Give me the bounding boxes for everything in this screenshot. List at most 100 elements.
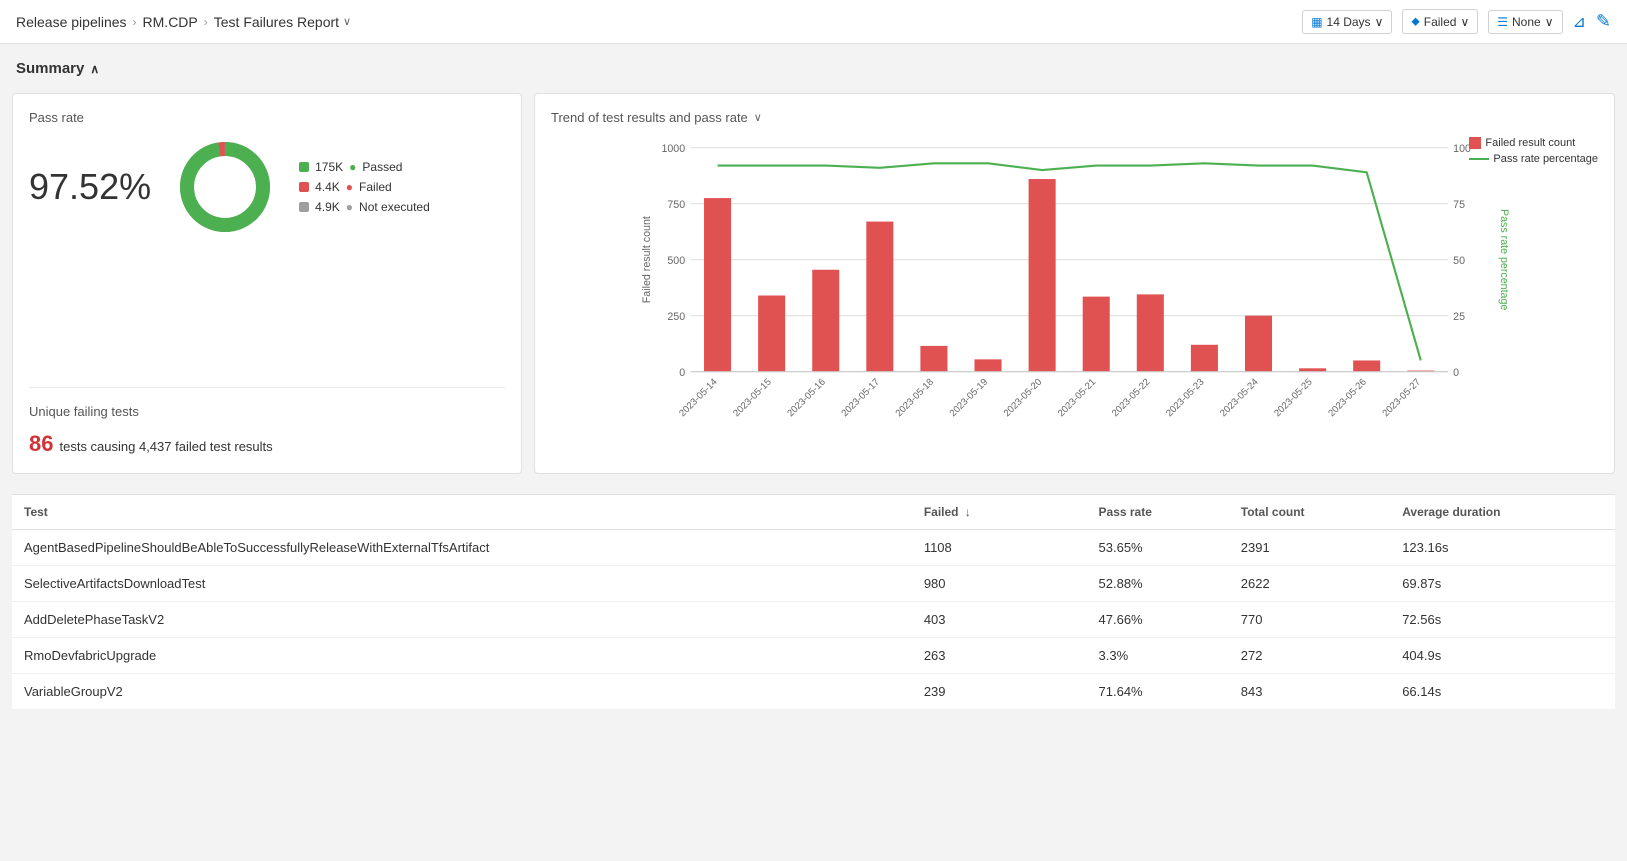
svg-text:500: 500: [667, 255, 685, 267]
svg-text:0: 0: [679, 367, 685, 379]
svg-text:75: 75: [1453, 199, 1465, 211]
cell-pass-rate: 52.88%: [1087, 566, 1229, 602]
breadcrumb-item-2[interactable]: RM.CDP: [143, 14, 198, 30]
cell-total: 272: [1229, 638, 1390, 674]
filter-button[interactable]: ⊿: [1573, 12, 1586, 32]
col-avg-duration: Average duration: [1390, 495, 1615, 530]
svg-text:2023-05-14: 2023-05-14: [677, 376, 720, 419]
group-icon: ☰: [1497, 15, 1508, 29]
breadcrumb-item-3[interactable]: Test Failures Report ∨: [214, 14, 351, 30]
cell-pass-rate: 71.64%: [1087, 674, 1229, 710]
group-filter-button[interactable]: ☰ None ∨: [1488, 10, 1562, 34]
svg-text:50: 50: [1453, 255, 1465, 267]
cell-failed: 239: [912, 674, 1043, 710]
col-test: Test: [12, 495, 912, 530]
svg-text:2023-05-22: 2023-05-22: [1110, 377, 1152, 419]
cell-test: RmoDevfabricUpgrade: [12, 638, 912, 674]
svg-text:2023-05-16: 2023-05-16: [785, 377, 827, 419]
table-row[interactable]: VariableGroupV2 239 71.64% 843 66.14s: [12, 674, 1615, 710]
svg-text:2023-05-19: 2023-05-19: [948, 377, 990, 419]
trend-chart-card: Trend of test results and pass rate ∨ Fa…: [534, 93, 1615, 474]
cell-avg-duration: 72.56s: [1390, 602, 1615, 638]
top-right-controls: ▦ 14 Days ∨ ⬥ Failed ∨ ☰ None ∨ ⊿ ✎: [1302, 9, 1611, 34]
cell-avg-duration: 66.14s: [1390, 674, 1615, 710]
svg-text:2023-05-17: 2023-05-17: [839, 377, 881, 419]
svg-text:2023-05-21: 2023-05-21: [1056, 377, 1098, 419]
cell-test: VariableGroupV2: [12, 674, 912, 710]
top-bar: Release pipelines › RM.CDP › Test Failur…: [0, 0, 1627, 44]
col-pass-rate: Pass rate: [1087, 495, 1229, 530]
svg-text:2023-05-27: 2023-05-27: [1380, 377, 1422, 419]
cell-total: 2622: [1229, 566, 1390, 602]
unique-failing-description: tests causing 4,437 failed test results: [59, 439, 272, 454]
svg-text:Failed result count: Failed result count: [641, 216, 653, 303]
cell-empty: [1042, 566, 1086, 602]
cell-failed: 403: [912, 602, 1043, 638]
cell-failed: 980: [912, 566, 1043, 602]
table-row[interactable]: RmoDevfabricUpgrade 263 3.3% 272 404.9s: [12, 638, 1615, 674]
donut-chart: [175, 137, 275, 237]
pass-rate-percentage: 97.52%: [29, 166, 151, 208]
status-filter-button[interactable]: ⬥ Failed ∨: [1402, 9, 1478, 34]
left-card: Pass rate 97.52%: [12, 93, 522, 474]
cell-empty: [1042, 674, 1086, 710]
edit-icon[interactable]: ✎: [1596, 11, 1611, 32]
legend-pass-line: [1469, 158, 1489, 160]
days-filter-button[interactable]: ▦ 14 Days ∨: [1302, 10, 1392, 34]
unique-failing-count: 86: [29, 431, 53, 456]
cell-failed: 263: [912, 638, 1043, 674]
table-header-row: Test Failed ↓ Pass rate Total count Aver…: [12, 495, 1615, 530]
svg-text:750: 750: [667, 199, 685, 211]
breadcrumb-item-1[interactable]: Release pipelines: [16, 14, 127, 30]
chart-area: Failed result count Pass rate percentage…: [551, 137, 1598, 457]
cell-pass-rate: 47.66%: [1087, 602, 1229, 638]
chart-caret-icon: ∨: [754, 111, 762, 124]
col-failed: Failed ↓: [912, 495, 1043, 530]
unique-failing-text: 86 tests causing 4,437 failed test result…: [29, 431, 505, 457]
legend-item-passed: 175K ● Passed: [299, 160, 430, 174]
breadcrumb-sep-1: ›: [133, 15, 137, 29]
pass-rate-title: Pass rate: [29, 110, 505, 125]
cell-test: SelectiveArtifactsDownloadTest: [12, 566, 912, 602]
passed-dot: [299, 162, 309, 172]
svg-text:2023-05-20: 2023-05-20: [1002, 377, 1044, 419]
not-executed-dot: [299, 202, 309, 212]
failed-dot: [299, 182, 309, 192]
table-row[interactable]: AddDeletePhaseTaskV2 403 47.66% 770 72.5…: [12, 602, 1615, 638]
svg-text:250: 250: [667, 311, 685, 323]
svg-text:2023-05-25: 2023-05-25: [1272, 377, 1314, 419]
cell-test: AddDeletePhaseTaskV2: [12, 602, 912, 638]
breadcrumb-caret-icon: ∨: [343, 15, 351, 28]
cell-total: 2391: [1229, 530, 1390, 566]
cell-failed: 1108: [912, 530, 1043, 566]
table-row[interactable]: SelectiveArtifactsDownloadTest 980 52.88…: [12, 566, 1615, 602]
cell-empty: [1042, 602, 1086, 638]
summary-collapse-icon: ∧: [90, 62, 99, 76]
cell-test: AgentBasedPipelineShouldBeAbleToSuccessf…: [12, 530, 912, 566]
summary-header[interactable]: Summary ∧: [12, 52, 1615, 85]
status-caret-icon: ∨: [1460, 15, 1469, 29]
svg-text:2023-05-26: 2023-05-26: [1326, 377, 1368, 419]
svg-text:2023-05-18: 2023-05-18: [894, 377, 936, 419]
cell-avg-duration: 404.9s: [1390, 638, 1615, 674]
chart-title: Trend of test results and pass rate ∨: [551, 110, 1598, 125]
table-row[interactable]: AgentBasedPipelineShouldBeAbleToSuccessf…: [12, 530, 1615, 566]
pass-rate-legend: 175K ● Passed 4.4K ● Failed: [299, 160, 430, 214]
legend-item-failed: 4.4K ● Failed: [299, 180, 430, 194]
unique-failing-card: Unique failing tests 86tests causing 4,4…: [29, 404, 505, 457]
cell-pass-rate: 53.65%: [1087, 530, 1229, 566]
breadcrumb-sep-2: ›: [204, 15, 208, 29]
cell-empty: [1042, 638, 1086, 674]
col-empty: [1042, 495, 1086, 530]
cell-total: 770: [1229, 602, 1390, 638]
svg-text:0: 0: [1453, 367, 1459, 379]
trend-svg: 02505007501000Failed result count0255075…: [551, 137, 1598, 457]
legend-failed-count: Failed result count: [1469, 137, 1598, 149]
cell-empty: [1042, 530, 1086, 566]
breadcrumb: Release pipelines › RM.CDP › Test Failur…: [16, 14, 351, 30]
summary-title: Summary: [16, 60, 84, 77]
days-caret-icon: ∨: [1375, 15, 1384, 29]
legend-failed-box: [1469, 137, 1481, 149]
pass-rate-content: 97.52%: [29, 137, 505, 237]
svg-text:25: 25: [1453, 311, 1465, 323]
